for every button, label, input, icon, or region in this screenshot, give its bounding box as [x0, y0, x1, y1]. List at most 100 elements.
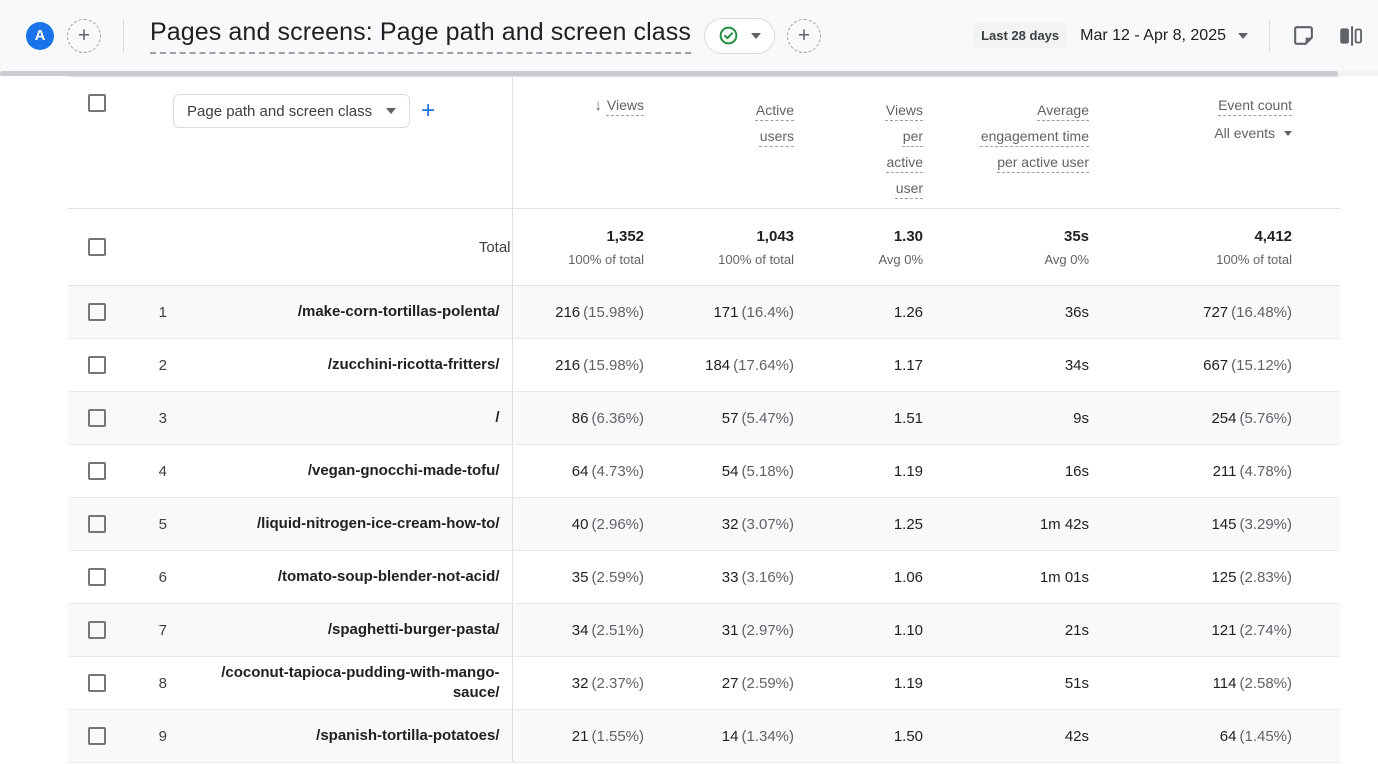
- events-cell: 727(16.48%): [1090, 286, 1340, 339]
- row-number: 3: [130, 392, 168, 445]
- add-dimension-button[interactable]: +: [421, 99, 435, 123]
- chevron-down-icon: [1284, 131, 1292, 136]
- row-checkbox[interactable]: [88, 621, 106, 639]
- page-path-cell: /vegan-gnocchi-made-tofu/: [168, 445, 512, 498]
- total-checkbox-cell: [68, 209, 130, 286]
- row-checkbox[interactable]: [88, 303, 106, 321]
- page-path-cell: /: [168, 392, 512, 445]
- plus-icon: +: [798, 25, 810, 46]
- active-users-cell: 184(17.64%): [645, 339, 795, 392]
- row-checkbox-cell: [68, 445, 130, 498]
- note-button[interactable]: [1291, 23, 1316, 48]
- total-views-per-user: 1.30 Avg 0%: [795, 209, 924, 286]
- row-number: 9: [130, 710, 168, 763]
- views-per-user-cell: 1.17: [795, 339, 924, 392]
- select-all-cell: [68, 77, 130, 209]
- page-path-cell: /liquid-nitrogen-ice-cream-how-to/: [168, 498, 512, 551]
- report-table: Page path and screen class + ↓Views Acti…: [68, 76, 1340, 764]
- table-row: 5 /liquid-nitrogen-ice-cream-how-to/ 40(…: [68, 498, 1340, 551]
- events-cell: 211(4.78%): [1090, 445, 1340, 498]
- date-preset-badge: Last 28 days: [973, 23, 1067, 48]
- views-cell: 35(2.59%): [512, 551, 645, 604]
- row-checkbox[interactable]: [88, 727, 106, 745]
- views-per-user-cell: 1.51: [795, 392, 924, 445]
- add-tab-button[interactable]: +: [67, 19, 101, 53]
- table-row: 4 /vegan-gnocchi-made-tofu/ 64(4.73%) 54…: [68, 445, 1340, 498]
- dimension-dropdown[interactable]: Page path and screen class: [173, 94, 410, 128]
- events-cell: 667(15.12%): [1090, 339, 1340, 392]
- row-checkbox[interactable]: [88, 462, 106, 480]
- analytics-report-page: { "appbar": { "avatar": "A", "title": "P…: [0, 0, 1378, 764]
- active-users-cell: 54(5.18%): [645, 445, 795, 498]
- column-header-event-count[interactable]: Event count All events: [1090, 77, 1340, 209]
- page-path: /: [495, 408, 499, 428]
- engagement-cell: 1m 42s: [924, 498, 1090, 551]
- total-events: 4,412 100% of total: [1090, 209, 1340, 286]
- chevron-down-icon: [751, 33, 761, 39]
- compare-button[interactable]: [1337, 23, 1363, 49]
- engagement-cell: 42s: [924, 710, 1090, 763]
- dimension-header-cell: Page path and screen class +: [130, 77, 512, 209]
- card-status-dropdown[interactable]: [704, 18, 775, 54]
- row-checkbox[interactable]: [88, 409, 106, 427]
- events-cell: 125(2.83%): [1090, 551, 1340, 604]
- row-checkbox[interactable]: [88, 674, 106, 692]
- row-checkbox[interactable]: [88, 356, 106, 374]
- active-users-header-label: Active users: [736, 97, 794, 149]
- engagement-cell: 21s: [924, 604, 1090, 657]
- compare-icon: [1337, 23, 1363, 49]
- report-title[interactable]: Pages and screens: Page path and screen …: [150, 18, 691, 54]
- total-active-users: 1,043 100% of total: [645, 209, 795, 286]
- active-users-cell: 57(5.47%): [645, 392, 795, 445]
- row-checkbox-cell: [68, 657, 130, 710]
- active-users-cell: 32(3.07%): [645, 498, 795, 551]
- total-row: Total 1,352 100% of total 1,043 100% of …: [68, 209, 1340, 286]
- table-row: 8 /coconut-tapioca-pudding-with-mango-sa…: [68, 657, 1340, 710]
- views-cell: 40(2.96%): [512, 498, 645, 551]
- engagement-cell: 36s: [924, 286, 1090, 339]
- row-checkbox[interactable]: [88, 515, 106, 533]
- views-per-user-cell: 1.26: [795, 286, 924, 339]
- events-cell: 114(2.58%): [1090, 657, 1340, 710]
- add-card-button[interactable]: +: [787, 19, 821, 53]
- views-per-user-header-label: Views per active user: [867, 97, 923, 201]
- select-all-checkbox[interactable]: [88, 94, 106, 112]
- row-checkbox-cell: [68, 339, 130, 392]
- column-header-views[interactable]: ↓Views: [512, 77, 645, 209]
- row-checkbox-cell: [68, 551, 130, 604]
- date-range-chevron-icon[interactable]: [1238, 33, 1248, 39]
- engagement-cell: 34s: [924, 339, 1090, 392]
- table-body: 1 /make-corn-tortillas-polenta/ 216(15.9…: [68, 286, 1340, 763]
- event-filter-label: All events: [1214, 125, 1275, 141]
- row-checkbox[interactable]: [88, 568, 106, 586]
- plus-icon: +: [78, 25, 90, 46]
- avg-engagement-header-label: Average engagement time per active user: [967, 97, 1089, 175]
- divider: [123, 19, 124, 53]
- row-checkbox-cell: [68, 710, 130, 763]
- row-number: 7: [130, 604, 168, 657]
- table-row: 6 /tomato-soup-blender-not-acid/ 35(2.59…: [68, 551, 1340, 604]
- avatar[interactable]: A: [26, 22, 54, 50]
- dimension-dropdown-label: Page path and screen class: [187, 103, 372, 120]
- page-path-cell: /tomato-soup-blender-not-acid/: [168, 551, 512, 604]
- row-checkbox-cell: [68, 498, 130, 551]
- column-header-views-per-active-user[interactable]: Views per active user: [795, 77, 924, 209]
- engagement-cell: 16s: [924, 445, 1090, 498]
- engagement-cell: 1m 01s: [924, 551, 1090, 604]
- views-cell: 216(15.98%): [512, 339, 645, 392]
- date-range-label[interactable]: Mar 12 - Apr 8, 2025: [1080, 27, 1226, 45]
- views-cell: 32(2.37%): [512, 657, 645, 710]
- total-views: 1,352 100% of total: [512, 209, 645, 286]
- total-checkbox[interactable]: [88, 238, 106, 256]
- column-header-active-users[interactable]: Active users: [645, 77, 795, 209]
- note-icon: [1291, 23, 1316, 48]
- row-number: 2: [130, 339, 168, 392]
- column-header-avg-engagement[interactable]: Average engagement time per active user: [924, 77, 1090, 209]
- views-per-user-cell: 1.10: [795, 604, 924, 657]
- row-number: 5: [130, 498, 168, 551]
- row-number: 4: [130, 445, 168, 498]
- views-cell: 86(6.36%): [512, 392, 645, 445]
- table-row: 1 /make-corn-tortillas-polenta/ 216(15.9…: [68, 286, 1340, 339]
- table-row: 7 /spaghetti-burger-pasta/ 34(2.51%) 31(…: [68, 604, 1340, 657]
- event-filter-dropdown[interactable]: All events: [1091, 125, 1292, 141]
